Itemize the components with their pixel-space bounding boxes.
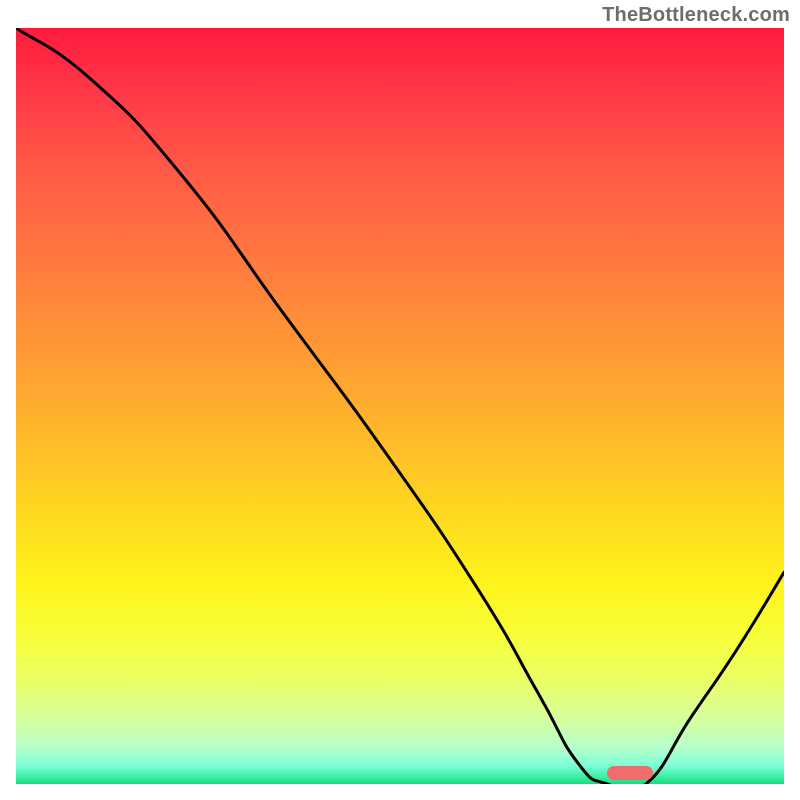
watermark-text: TheBottleneck.com — [602, 4, 790, 27]
chart-curve — [16, 28, 784, 784]
optimal-marker — [607, 766, 653, 780]
bottleneck-chart — [16, 28, 784, 784]
